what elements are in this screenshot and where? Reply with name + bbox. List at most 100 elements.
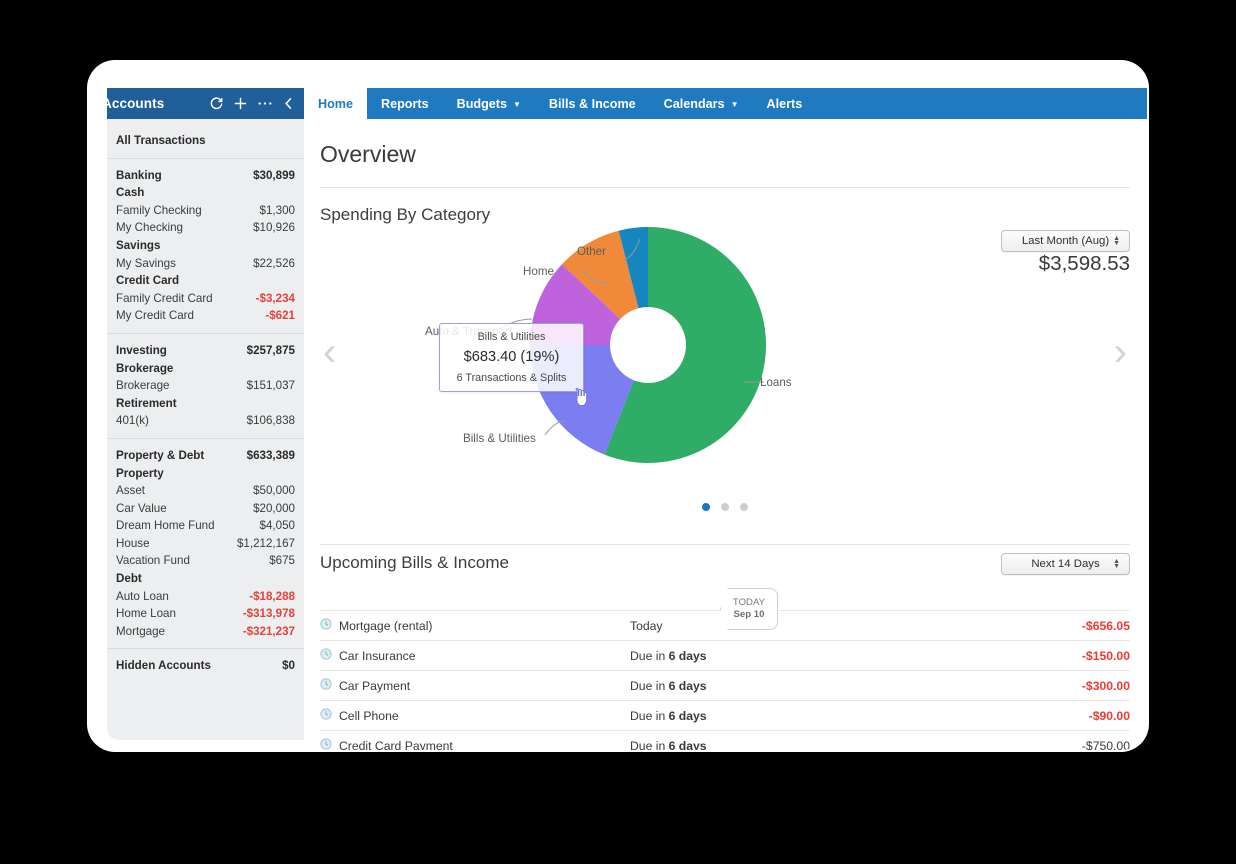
account-name: Brokerage: [116, 379, 170, 393]
page-content: Overview Spending By Category Last Month…: [304, 141, 1147, 750]
sidebar-subgroup-retirement[interactable]: Retirement: [116, 395, 295, 413]
tab-home[interactable]: Home: [304, 88, 367, 119]
sidebar-divider: [107, 157, 304, 159]
sidebar-header: Accounts: [107, 88, 304, 119]
sidebar-item-hidden-accounts[interactable]: Hidden Accounts $0: [116, 657, 295, 675]
tab-label: Budgets: [456, 96, 507, 111]
sidebar-account-row[interactable]: Family Credit Card -$3,234: [116, 290, 295, 308]
sidebar-group-investing[interactable]: Investing $257,875: [116, 342, 295, 360]
tab-label: Home: [318, 96, 353, 111]
account-name: House: [116, 536, 150, 550]
sidebar-title: Accounts: [107, 96, 165, 111]
tab-label: Calendars: [663, 96, 725, 111]
clock-icon: [320, 618, 332, 633]
sidebar-account-row[interactable]: Brokerage $151,037: [116, 377, 295, 395]
add-icon[interactable]: [233, 96, 248, 111]
bill-name-cell: Mortgage (rental): [320, 618, 630, 633]
bill-name: Car Insurance: [339, 648, 416, 663]
group-total: $30,899: [253, 168, 295, 182]
sidebar-account-row[interactable]: My Checking $10,926: [116, 219, 295, 237]
subgroup-label: Debt: [116, 572, 142, 586]
sidebar-subgroup-credit-card[interactable]: Credit Card: [116, 272, 295, 290]
account-name: Mortgage: [116, 624, 165, 638]
sidebar-account-row[interactable]: My Savings $22,526: [116, 255, 295, 273]
sidebar-account-row[interactable]: Asset $50,000: [116, 482, 295, 500]
bill-due: Due in 6 days: [630, 678, 707, 693]
today-marker-line1: TODAY: [732, 597, 766, 608]
sidebar-divider: [107, 332, 304, 334]
sidebar-subgroup-cash[interactable]: Cash: [116, 184, 295, 202]
account-value: $1,212,167: [236, 536, 295, 550]
bill-name: Car Payment: [339, 678, 411, 693]
main-area: Home Reports Budgets ▼ Bills & Income Calenda…: [304, 88, 1147, 750]
carousel-dot-2[interactable]: [721, 503, 729, 511]
donut-chart-wrap: ‹ › Other Home Auto & Transport Bills & …: [320, 225, 1130, 495]
sidebar-account-list: All Transactions Banking $30,899 Cash Famil…: [107, 119, 304, 675]
sidebar-account-row[interactable]: Vacation Fund $675: [116, 552, 295, 570]
stepper-icon-2: ▲ ▼: [1113, 558, 1120, 570]
sidebar-account-row[interactable]: Dream Home Fund $4,050: [116, 517, 295, 535]
subgroup-label: Brokerage: [116, 361, 174, 375]
tab-bills-income[interactable]: Bills & Income: [535, 88, 650, 119]
sidebar-account-row[interactable]: Auto Loan -$18,288: [116, 588, 295, 606]
app-window: Accounts All Transactions Banking $30,899…: [89, 62, 1147, 750]
spending-chart-block: Last Month (Aug) ▲ ▼ $3,598.53 ‹ › Other …: [320, 225, 1130, 525]
carousel-dot-3[interactable]: [740, 503, 748, 511]
tab-alerts[interactable]: Alerts: [753, 88, 817, 119]
today-marker-line2: Sep 10: [733, 609, 765, 620]
mouse-cursor-icon: [575, 388, 588, 406]
sidebar-divider: [107, 648, 304, 650]
sidebar-group-property-debt[interactable]: Property & Debt $633,389: [116, 447, 295, 465]
subgroup-label: Property: [116, 466, 164, 480]
sidebar-account-row[interactable]: House $1,212,167: [116, 535, 295, 553]
carousel-next-arrow[interactable]: ›: [1114, 332, 1127, 372]
carousel-dots: [320, 503, 1130, 511]
donut-chart[interactable]: [320, 225, 980, 495]
bill-name-cell: Cell Phone: [320, 708, 630, 723]
sidebar-account-row[interactable]: Car Value $20,000: [116, 500, 295, 518]
bill-due: Today: [630, 618, 663, 633]
bill-amount: -$656.05: [1081, 618, 1130, 633]
sidebar-subgroup-brokerage[interactable]: Brokerage: [116, 360, 295, 378]
bill-row[interactable]: Car Insurance Due in 6 days -$150.00: [320, 640, 1130, 670]
sidebar-account-row[interactable]: Home Loan -$313,978: [116, 605, 295, 623]
tab-calendars[interactable]: Calendars ▼: [650, 88, 753, 119]
account-value: $50,000: [253, 484, 295, 498]
tab-reports[interactable]: Reports: [367, 88, 443, 119]
collapse-icon[interactable]: [282, 96, 295, 111]
bill-name-cell: Car Insurance: [320, 648, 630, 663]
carousel-dot-1[interactable]: [702, 503, 710, 511]
sidebar-account-row[interactable]: 401(k) $106,838: [116, 412, 295, 430]
more-icon[interactable]: [257, 96, 273, 111]
bill-row[interactable]: Credit Card Payment Due in 6 days -$750.00: [320, 730, 1130, 750]
account-name: Auto Loan: [116, 589, 169, 603]
sidebar-subgroup-property[interactable]: Property: [116, 465, 295, 483]
chevron-down-icon: ▼: [730, 99, 739, 109]
bill-row[interactable]: Cell Phone Due in 6 days -$90.00: [320, 700, 1130, 730]
bill-due: Due in 6 days: [630, 708, 707, 723]
chart-tooltip: Bills & Utilities $683.40 (19%) 6 Transa…: [439, 323, 584, 392]
bills-header: Upcoming Bills & Income Next 14 Days ▲ ▼: [320, 553, 1130, 577]
hidden-accounts-label: Hidden Accounts: [116, 659, 211, 673]
sidebar-subgroup-savings[interactable]: Savings: [116, 237, 295, 255]
bill-row[interactable]: Car Payment Due in 6 days -$300.00: [320, 670, 1130, 700]
group-label: Banking: [116, 168, 162, 182]
pie-label-other: Other: [577, 245, 606, 258]
sidebar-group-banking[interactable]: Banking $30,899: [116, 167, 295, 185]
refresh-icon[interactable]: [209, 96, 224, 111]
tab-budgets[interactable]: Budgets ▼: [443, 88, 535, 119]
sidebar-item-all-transactions[interactable]: All Transactions: [116, 132, 295, 150]
account-name: My Credit Card: [116, 309, 194, 323]
bill-due: Due in 6 days: [630, 738, 707, 751]
bill-amount: -$750.00: [1081, 738, 1130, 751]
account-name: 401(k): [116, 414, 149, 428]
clock-icon: [320, 678, 332, 693]
range-select[interactable]: Next 14 Days ▲ ▼: [1001, 553, 1130, 575]
subgroup-label: Credit Card: [116, 274, 180, 288]
chevron-down-icon: ▼: [512, 99, 521, 109]
sidebar-account-row[interactable]: My Credit Card -$621: [116, 307, 295, 325]
sidebar-subgroup-debt[interactable]: Debt: [116, 570, 295, 588]
account-value: $1,300: [259, 203, 295, 217]
sidebar-account-row[interactable]: Family Checking $1,300: [116, 202, 295, 220]
sidebar-account-row[interactable]: Mortgage -$321,237: [116, 623, 295, 641]
